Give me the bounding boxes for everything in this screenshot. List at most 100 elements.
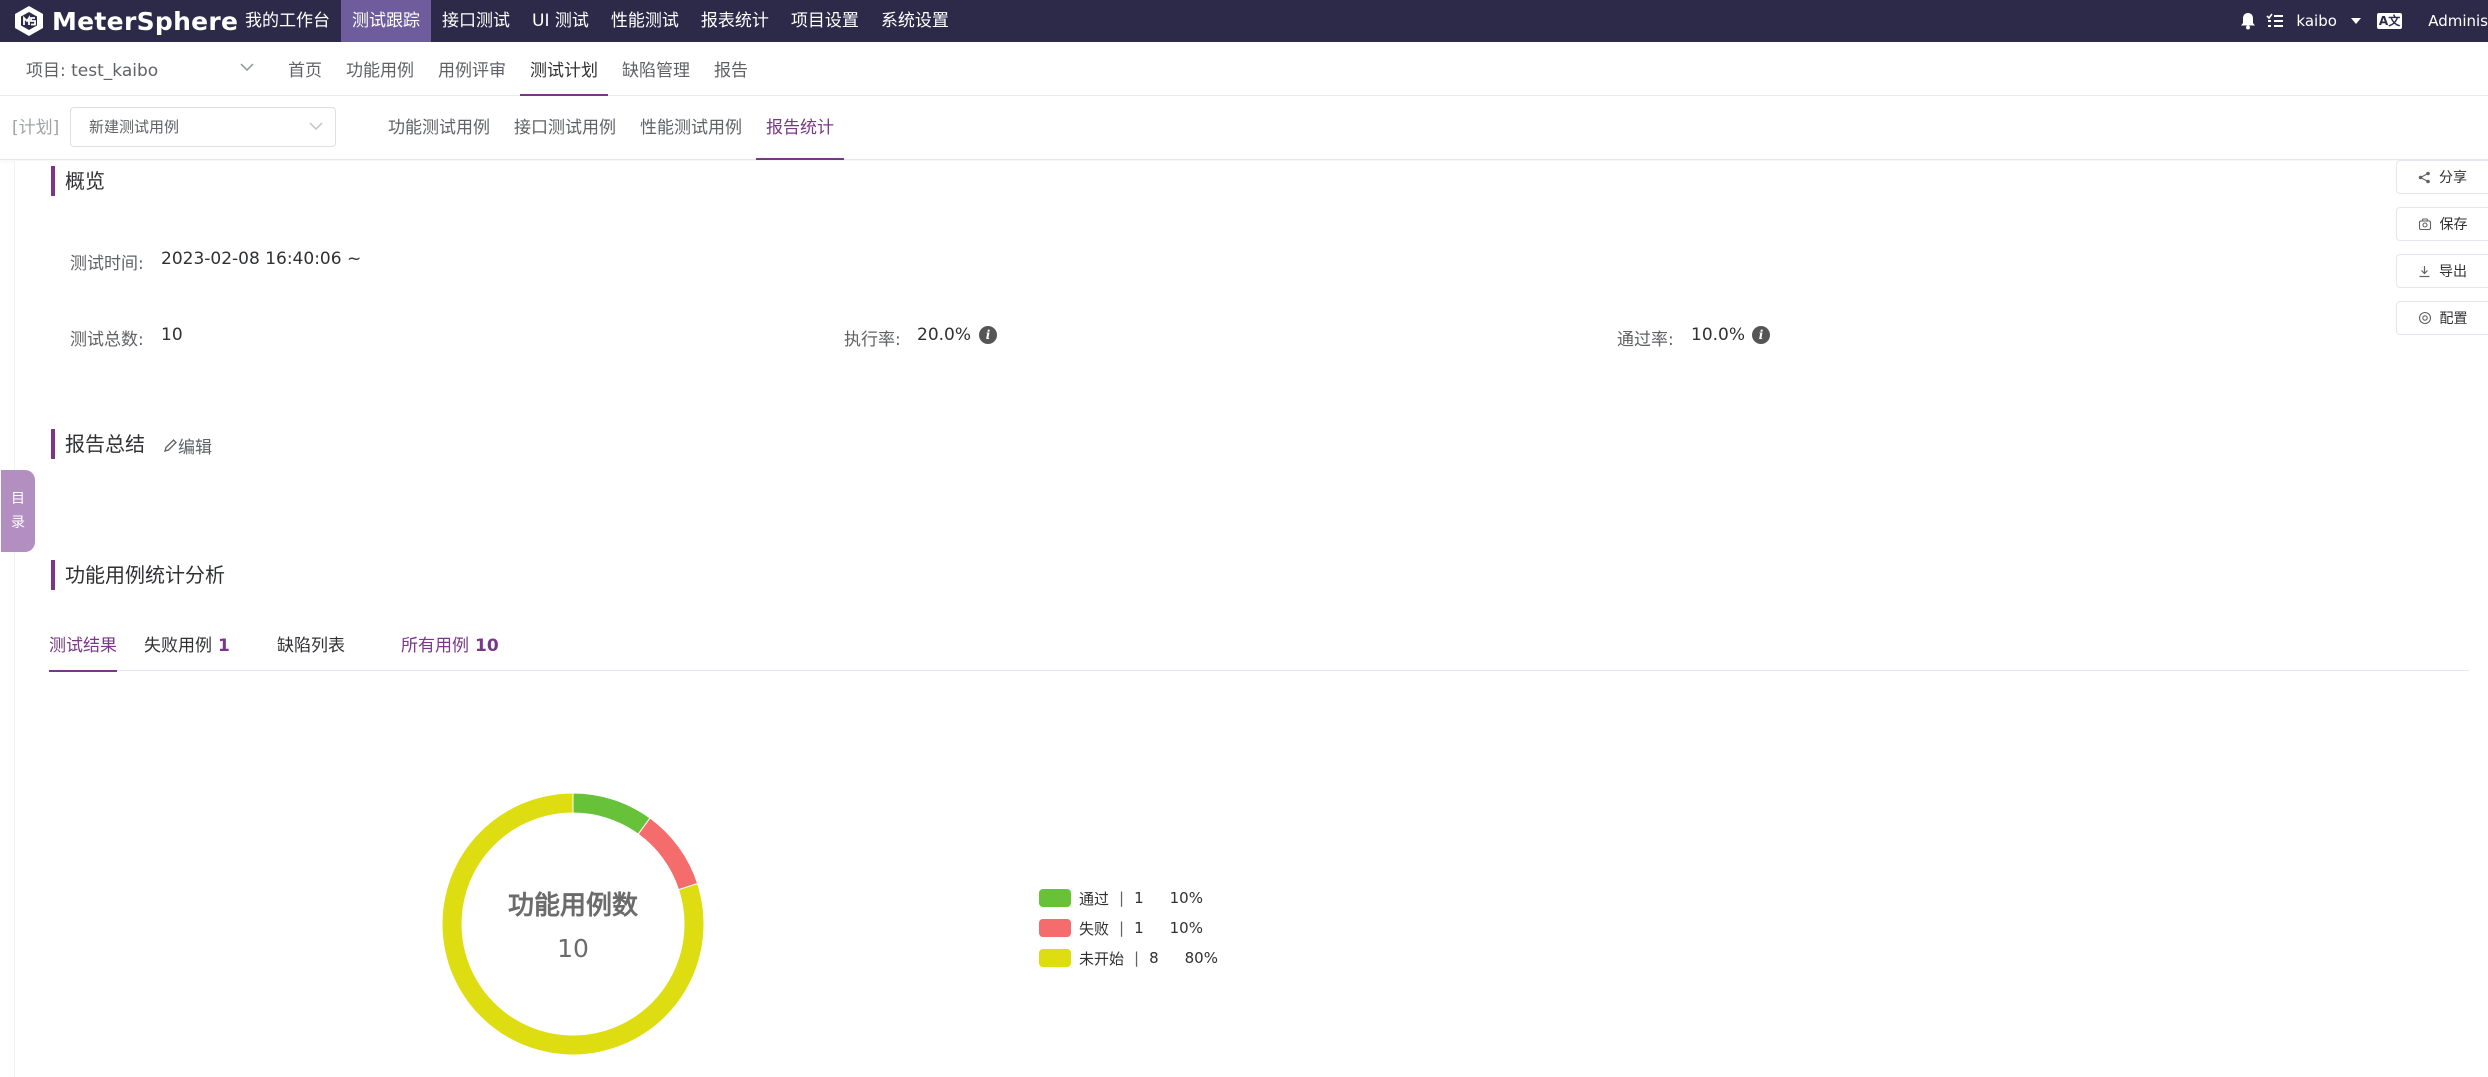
subnav-defect-management[interactable]: 缺陷管理 [610, 42, 702, 96]
plan-tabs: 功能测试用例 接口测试用例 性能测试用例 报告统计 [376, 96, 846, 160]
export-button[interactable]: 导出 [2396, 254, 2488, 288]
task-list-icon[interactable] [2266, 13, 2284, 29]
legend-swatch-not-started [1039, 949, 1071, 967]
plan-select[interactable]: 新建测试用例 [70, 107, 336, 147]
legend-separator: | [1119, 919, 1125, 937]
test-total-label: 测试总数: [70, 330, 144, 350]
topnav-api-test[interactable]: 接口测试 [431, 0, 521, 42]
legend-percent: 80% [1184, 949, 1218, 967]
overview-title: 概览 [51, 166, 105, 196]
legend-name: 失败 [1079, 919, 1110, 938]
plan-tag: [计划] [12, 118, 60, 138]
tab-performance-cases[interactable]: 性能测试用例 [628, 96, 754, 160]
app-logo[interactable]: MeterSphere [12, 4, 238, 38]
topnav-workbench[interactable]: 我的工作台 [234, 0, 341, 42]
donut-total: 10 [557, 934, 589, 963]
app-root: MeterSphere 我的工作台 测试跟踪 接口测试 UI 测试 性能测试 报… [0, 0, 2488, 1077]
tab-all-cases-label: 所有用例 [401, 636, 469, 656]
share-button[interactable]: 分享 [2396, 160, 2488, 194]
legend-item-pass[interactable]: 通过 | 1 10% [1039, 883, 1218, 913]
failed-count-badge: 1 [218, 636, 230, 656]
exec-rate-label: 执行率: [844, 330, 901, 350]
topnav-project-settings[interactable]: 项目设置 [780, 0, 870, 42]
gear-icon [2418, 311, 2431, 325]
legend-name: 通过 [1079, 889, 1110, 908]
top-right-tools: kaibo A文 Adminis [2230, 0, 2488, 42]
legend-name: 未开始 [1079, 949, 1125, 968]
toc-toggle[interactable]: 目 录 [1, 470, 35, 552]
donut-center: 功能用例数 10 [440, 791, 706, 1057]
pass-rate-label: 通过率: [1617, 330, 1674, 350]
caret-down-icon [2350, 18, 2361, 24]
top-bar: MeterSphere 我的工作台 测试跟踪 接口测试 UI 测试 性能测试 报… [0, 0, 2488, 42]
plan-select-value: 新建测试用例 [89, 118, 180, 136]
topnav-reports[interactable]: 报表统计 [690, 0, 780, 42]
all-count-badge: 10 [475, 636, 499, 656]
test-total-value: 10 [161, 325, 183, 345]
analysis-title: 功能用例统计分析 [51, 560, 225, 590]
topnav-ui-test[interactable]: UI 测试 [521, 0, 600, 42]
legend-count: 1 [1134, 919, 1144, 937]
chart-legend: 通过 | 1 10% 失败 | 1 10% 未开始 | 8 80% [1039, 883, 1218, 973]
pass-rate-info-icon[interactable]: i [1752, 326, 1770, 344]
project-label: 项目: test_kaibo [26, 61, 159, 81]
legend-swatch-pass [1039, 889, 1071, 907]
toc-label-1: 目 [11, 491, 25, 507]
legend-count: 8 [1149, 949, 1159, 967]
tab-defect-list-label: 缺陷列表 [277, 636, 345, 656]
tab-test-results-label: 测试结果 [49, 636, 117, 656]
notification-bell-icon[interactable] [2240, 12, 2256, 30]
topnav-test-track[interactable]: 测试跟踪 [341, 0, 431, 42]
legend-item-fail[interactable]: 失败 | 1 10% [1039, 913, 1218, 943]
config-button[interactable]: 配置 [2396, 301, 2488, 335]
download-icon [2419, 265, 2430, 277]
subnav-test-cases[interactable]: 功能用例 [334, 42, 426, 96]
summary-title: 报告总结 [51, 429, 145, 459]
tab-all-cases[interactable]: 所有用例 10 [401, 623, 499, 671]
language-switch-icon[interactable]: A文 [2376, 13, 2403, 29]
share-label: 分享 [2439, 170, 2467, 186]
tab-api-cases[interactable]: 接口测试用例 [502, 96, 628, 160]
tab-report-statistics[interactable]: 报告统计 [754, 96, 846, 160]
user-menu[interactable]: kaibo [2296, 12, 2361, 30]
edit-pen-icon [164, 439, 177, 452]
tab-failed-cases-label: 失败用例 [144, 636, 212, 656]
legend-separator: | [1134, 949, 1140, 967]
save-button[interactable]: 保存 [2396, 207, 2488, 241]
user-name: kaibo [2296, 12, 2337, 30]
metersphere-logo-icon [15, 6, 43, 36]
report-content: 概览 测试时间: 2023-02-08 16:40:06 ~ 测试总数: 10 … [1, 161, 2488, 1077]
exec-rate-value: 20.0% [917, 325, 972, 345]
exec-rate-info-icon[interactable]: i [979, 326, 997, 344]
share-icon [2418, 171, 2430, 183]
subnav-test-plan[interactable]: 测试计划 [518, 42, 610, 96]
summary-edit-label: 编辑 [178, 438, 212, 458]
legend-item-not-started[interactable]: 未开始 | 8 80% [1039, 943, 1218, 973]
donut-chart: 功能用例数 10 [440, 791, 706, 1057]
test-time-value: 2023-02-08 16:40:06 ~ [161, 249, 362, 269]
save-icon [2418, 217, 2431, 230]
config-label: 配置 [2439, 311, 2468, 327]
topnav-performance-test[interactable]: 性能测试 [600, 0, 690, 42]
analysis-tabs: 测试结果 失败用例 1 缺陷列表 所有用例 10 [49, 623, 2469, 672]
subnav-case-review[interactable]: 用例评审 [426, 42, 518, 96]
topnav-system-settings[interactable]: 系统设置 [870, 0, 960, 42]
tab-functional-cases[interactable]: 功能测试用例 [376, 96, 502, 160]
tab-failed-cases[interactable]: 失败用例 1 [144, 623, 230, 671]
legend-separator: | [1119, 889, 1125, 907]
project-select[interactable]: 项目: test_kaibo [26, 42, 254, 96]
side-actions: 分享 保存 导出 配置 [2396, 160, 2488, 348]
test-time-label: 测试时间: [70, 254, 144, 274]
summary-edit-button[interactable]: 编辑 [163, 433, 212, 458]
subnav-home[interactable]: 首页 [276, 42, 334, 96]
subnav-report[interactable]: 报告 [702, 42, 760, 96]
module-bar: 项目: test_kaibo 首页 功能用例 用例评审 测试计划 缺陷管理 报告 [0, 42, 2488, 96]
tab-defect-list[interactable]: 缺陷列表 [277, 623, 345, 671]
pass-rate-value: 10.0% [1691, 325, 1746, 345]
org-switch[interactable]: Adminis [2428, 12, 2488, 30]
donut-title: 功能用例数 [507, 891, 638, 921]
legend-percent: 10% [1169, 919, 1203, 937]
tab-test-results[interactable]: 测试结果 [49, 623, 117, 672]
top-nav: 我的工作台 测试跟踪 接口测试 UI 测试 性能测试 报表统计 项目设置 系统设… [234, 0, 960, 42]
chevron-down-icon [309, 122, 323, 130]
